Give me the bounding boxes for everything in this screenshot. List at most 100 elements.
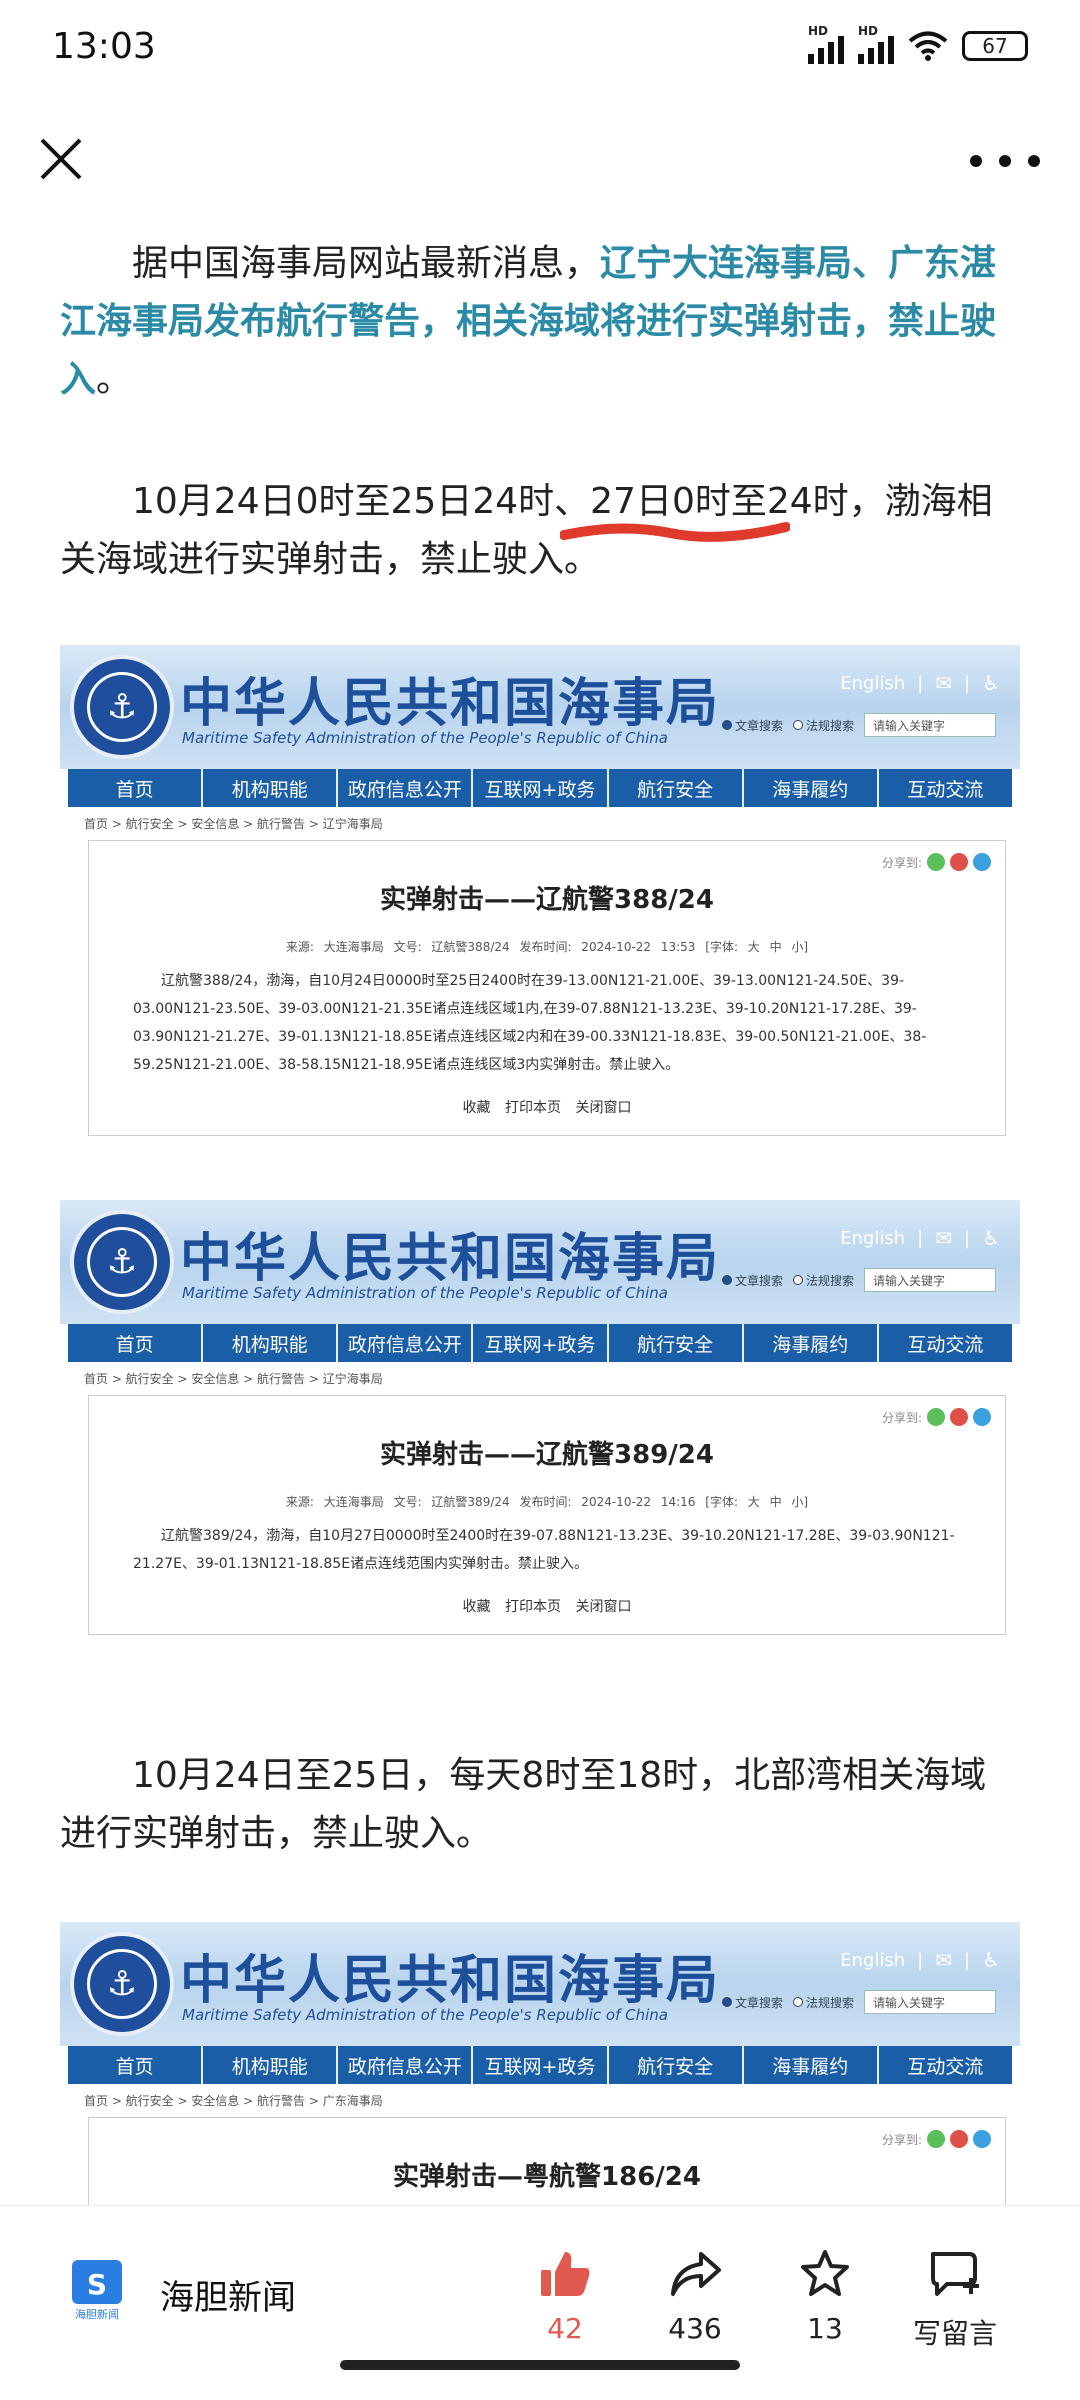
msa-emblem-icon: ⚓ — [70, 1210, 174, 1314]
nav-item[interactable]: 机构职能 — [203, 1324, 339, 1362]
notice-title: 实弹射击——辽航警389/24 — [380, 1440, 714, 1470]
home-indicator[interactable] — [340, 2360, 740, 2370]
print-link[interactable]: 打印本页 — [505, 1599, 561, 1615]
close-window-link[interactable]: 关闭窗口 — [575, 1100, 631, 1116]
qq-share-icon[interactable] — [973, 2130, 991, 2148]
close-window-link[interactable]: 关闭窗口 — [575, 1599, 631, 1615]
nav-item[interactable]: 航行安全 — [609, 769, 744, 807]
nav-item[interactable]: 互联网+政务 — [473, 1324, 609, 1362]
nav-item[interactable]: 互动交流 — [879, 2046, 1012, 2084]
svg-text:海胆新闻: 海胆新闻 — [75, 2307, 119, 2320]
header-search: 文章搜索 法规搜索 请输入关键字 — [721, 713, 996, 737]
header-search: 文章搜索 法规搜索 请输入关键字 — [721, 1268, 996, 1292]
breadcrumb: 首页 > 航行安全 > 安全信息 > 航行警告 > 辽宁海事局 — [84, 1372, 383, 1386]
nav-item[interactable]: 航行安全 — [609, 1324, 744, 1362]
site-header: ⚓ 中华人民共和国海事局 Maritime Safety Administrat… — [60, 645, 1020, 769]
site-title: 中华人民共和国海事局 — [180, 673, 721, 734]
mail-icon[interactable]: ✉ — [935, 1948, 952, 1972]
article-paragraph-2: 10月24日0时至25日24时、27日0时至24时，渤海相关海域进行实弹射击，禁… — [60, 481, 993, 580]
bottom-action-bar: S 海胆新闻 海胆新闻 42 436 13 写留言 — [0, 2205, 1080, 2400]
nav-item[interactable]: 首页 — [68, 769, 204, 807]
more-options-icon[interactable] — [970, 146, 1040, 176]
favorite-link[interactable]: 收藏 — [463, 1599, 491, 1615]
site-header: ⚓ 中华人民共和国海事局 Maritime Safety Administrat… — [60, 1922, 1020, 2046]
search-input[interactable]: 请输入关键字 — [864, 1268, 996, 1292]
favorite-count: 13 — [807, 2312, 843, 2345]
nav-item[interactable]: 首页 — [68, 2046, 204, 2084]
mail-icon[interactable]: ✉ — [935, 671, 952, 695]
print-link[interactable]: 打印本页 — [505, 1100, 561, 1116]
english-link[interactable]: English — [840, 1950, 905, 1971]
msa-emblem-icon: ⚓ — [70, 655, 174, 759]
nav-item[interactable]: 海事履约 — [744, 2046, 879, 2084]
header-links: English | ✉ | ♿ — [840, 671, 1000, 695]
accessibility-icon[interactable]: ♿ — [982, 1226, 1000, 1250]
nav-item[interactable]: 互联网+政务 — [473, 769, 609, 807]
nav-item[interactable]: 互联网+政务 — [473, 2046, 609, 2084]
header-links: English | ✉ | ♿ — [840, 1948, 1000, 1972]
site-header: ⚓ 中华人民共和国海事局 Maritime Safety Administrat… — [60, 1200, 1020, 1324]
qq-share-icon[interactable] — [973, 853, 991, 871]
radio-law-search[interactable]: 法规搜索 — [792, 1272, 854, 1289]
radio-article-search[interactable]: 文章搜索 — [721, 1272, 783, 1289]
radio-law-search[interactable]: 法规搜索 — [792, 1994, 854, 2011]
status-icons: HD HD 67 — [808, 24, 1028, 64]
thumbs-up-icon — [541, 2252, 590, 2296]
nav-item[interactable]: 机构职能 — [203, 769, 339, 807]
nav-item[interactable]: 航行安全 — [609, 2046, 744, 2084]
brand-name[interactable]: 海胆新闻 — [160, 2270, 296, 2319]
nav-item[interactable]: 政府信息公开 — [338, 769, 474, 807]
top-bar — [0, 110, 1080, 210]
embedded-screenshot-3: ⚓ 中华人民共和国海事局 Maritime Safety Administrat… — [60, 1922, 1020, 2205]
share-arrow-icon — [671, 2252, 721, 2296]
status-bar: 13:03 HD HD 67 — [0, 0, 1080, 100]
nav-item[interactable]: 机构职能 — [203, 2046, 339, 2084]
site-subtitle: Maritime Safety Administration of the Pe… — [182, 2006, 668, 2024]
share-bar: 分享到: — [882, 1408, 991, 1426]
brand-logo-icon[interactable]: S 海胆新闻 — [70, 2258, 124, 2320]
weibo-share-icon[interactable] — [950, 853, 968, 871]
nav-item[interactable]: 政府信息公开 — [338, 2046, 474, 2084]
nav-item[interactable]: 海事履约 — [744, 769, 879, 807]
cell-signal-icon: HD — [808, 24, 844, 64]
wechat-share-icon[interactable] — [927, 853, 945, 871]
qq-share-icon[interactable] — [973, 1408, 991, 1426]
nav-item[interactable]: 互动交流 — [879, 769, 1012, 807]
like-count: 42 — [547, 2312, 583, 2345]
notice-meta: 来源: 大连海事局 文号: 辽航警388/24 发布时间: 2024-10-22… — [285, 940, 809, 954]
accessibility-icon[interactable]: ♿ — [982, 671, 1000, 695]
favorite-button[interactable]: 13 — [770, 2248, 880, 2345]
nav-item[interactable]: 海事履约 — [744, 1324, 879, 1362]
weibo-share-icon[interactable] — [950, 1408, 968, 1426]
share-button[interactable]: 436 — [640, 2248, 750, 2345]
weibo-share-icon[interactable] — [950, 2130, 968, 2148]
like-button[interactable]: 42 — [510, 2248, 620, 2345]
close-icon[interactable] — [36, 134, 86, 184]
favorite-link[interactable]: 收藏 — [463, 1100, 491, 1116]
wechat-share-icon[interactable] — [927, 1408, 945, 1426]
wechat-share-icon[interactable] — [927, 2130, 945, 2148]
search-input[interactable]: 请输入关键字 — [864, 713, 996, 737]
search-input[interactable]: 请输入关键字 — [864, 1990, 996, 2014]
site-subtitle: Maritime Safety Administration of the Pe… — [182, 1284, 668, 1302]
svg-text:S: S — [87, 2268, 107, 2301]
site-nav: 首页 机构职能 政府信息公开 互联网+政务 航行安全 海事履约 互动交流 — [68, 1324, 1012, 1362]
notice-meta: 来源: 大连海事局 文号: 辽航警389/24 发布时间: 2024-10-22… — [285, 1495, 809, 1509]
battery-icon: 67 — [962, 31, 1028, 61]
radio-article-search[interactable]: 文章搜索 — [721, 1994, 783, 2011]
site-subtitle: Maritime Safety Administration of the Pe… — [182, 729, 668, 747]
radio-law-search[interactable]: 法规搜索 — [792, 717, 854, 734]
radio-article-search[interactable]: 文章搜索 — [721, 717, 783, 734]
embedded-screenshot-1: ⚓ 中华人民共和国海事局 Maritime Safety Administrat… — [60, 645, 1020, 1180]
nav-item[interactable]: 互动交流 — [879, 1324, 1012, 1362]
english-link[interactable]: English — [840, 673, 905, 694]
share-count: 436 — [668, 2312, 722, 2345]
embedded-screenshot-2: ⚓ 中华人民共和国海事局 Maritime Safety Administrat… — [60, 1200, 1020, 1670]
english-link[interactable]: English — [840, 1228, 905, 1249]
mail-icon[interactable]: ✉ — [935, 1226, 952, 1250]
comment-button[interactable]: 写留言 — [900, 2248, 1010, 2352]
nav-item[interactable]: 首页 — [68, 1324, 204, 1362]
accessibility-icon[interactable]: ♿ — [982, 1948, 1000, 1972]
nav-item[interactable]: 政府信息公开 — [338, 1324, 474, 1362]
wifi-icon — [908, 31, 948, 61]
